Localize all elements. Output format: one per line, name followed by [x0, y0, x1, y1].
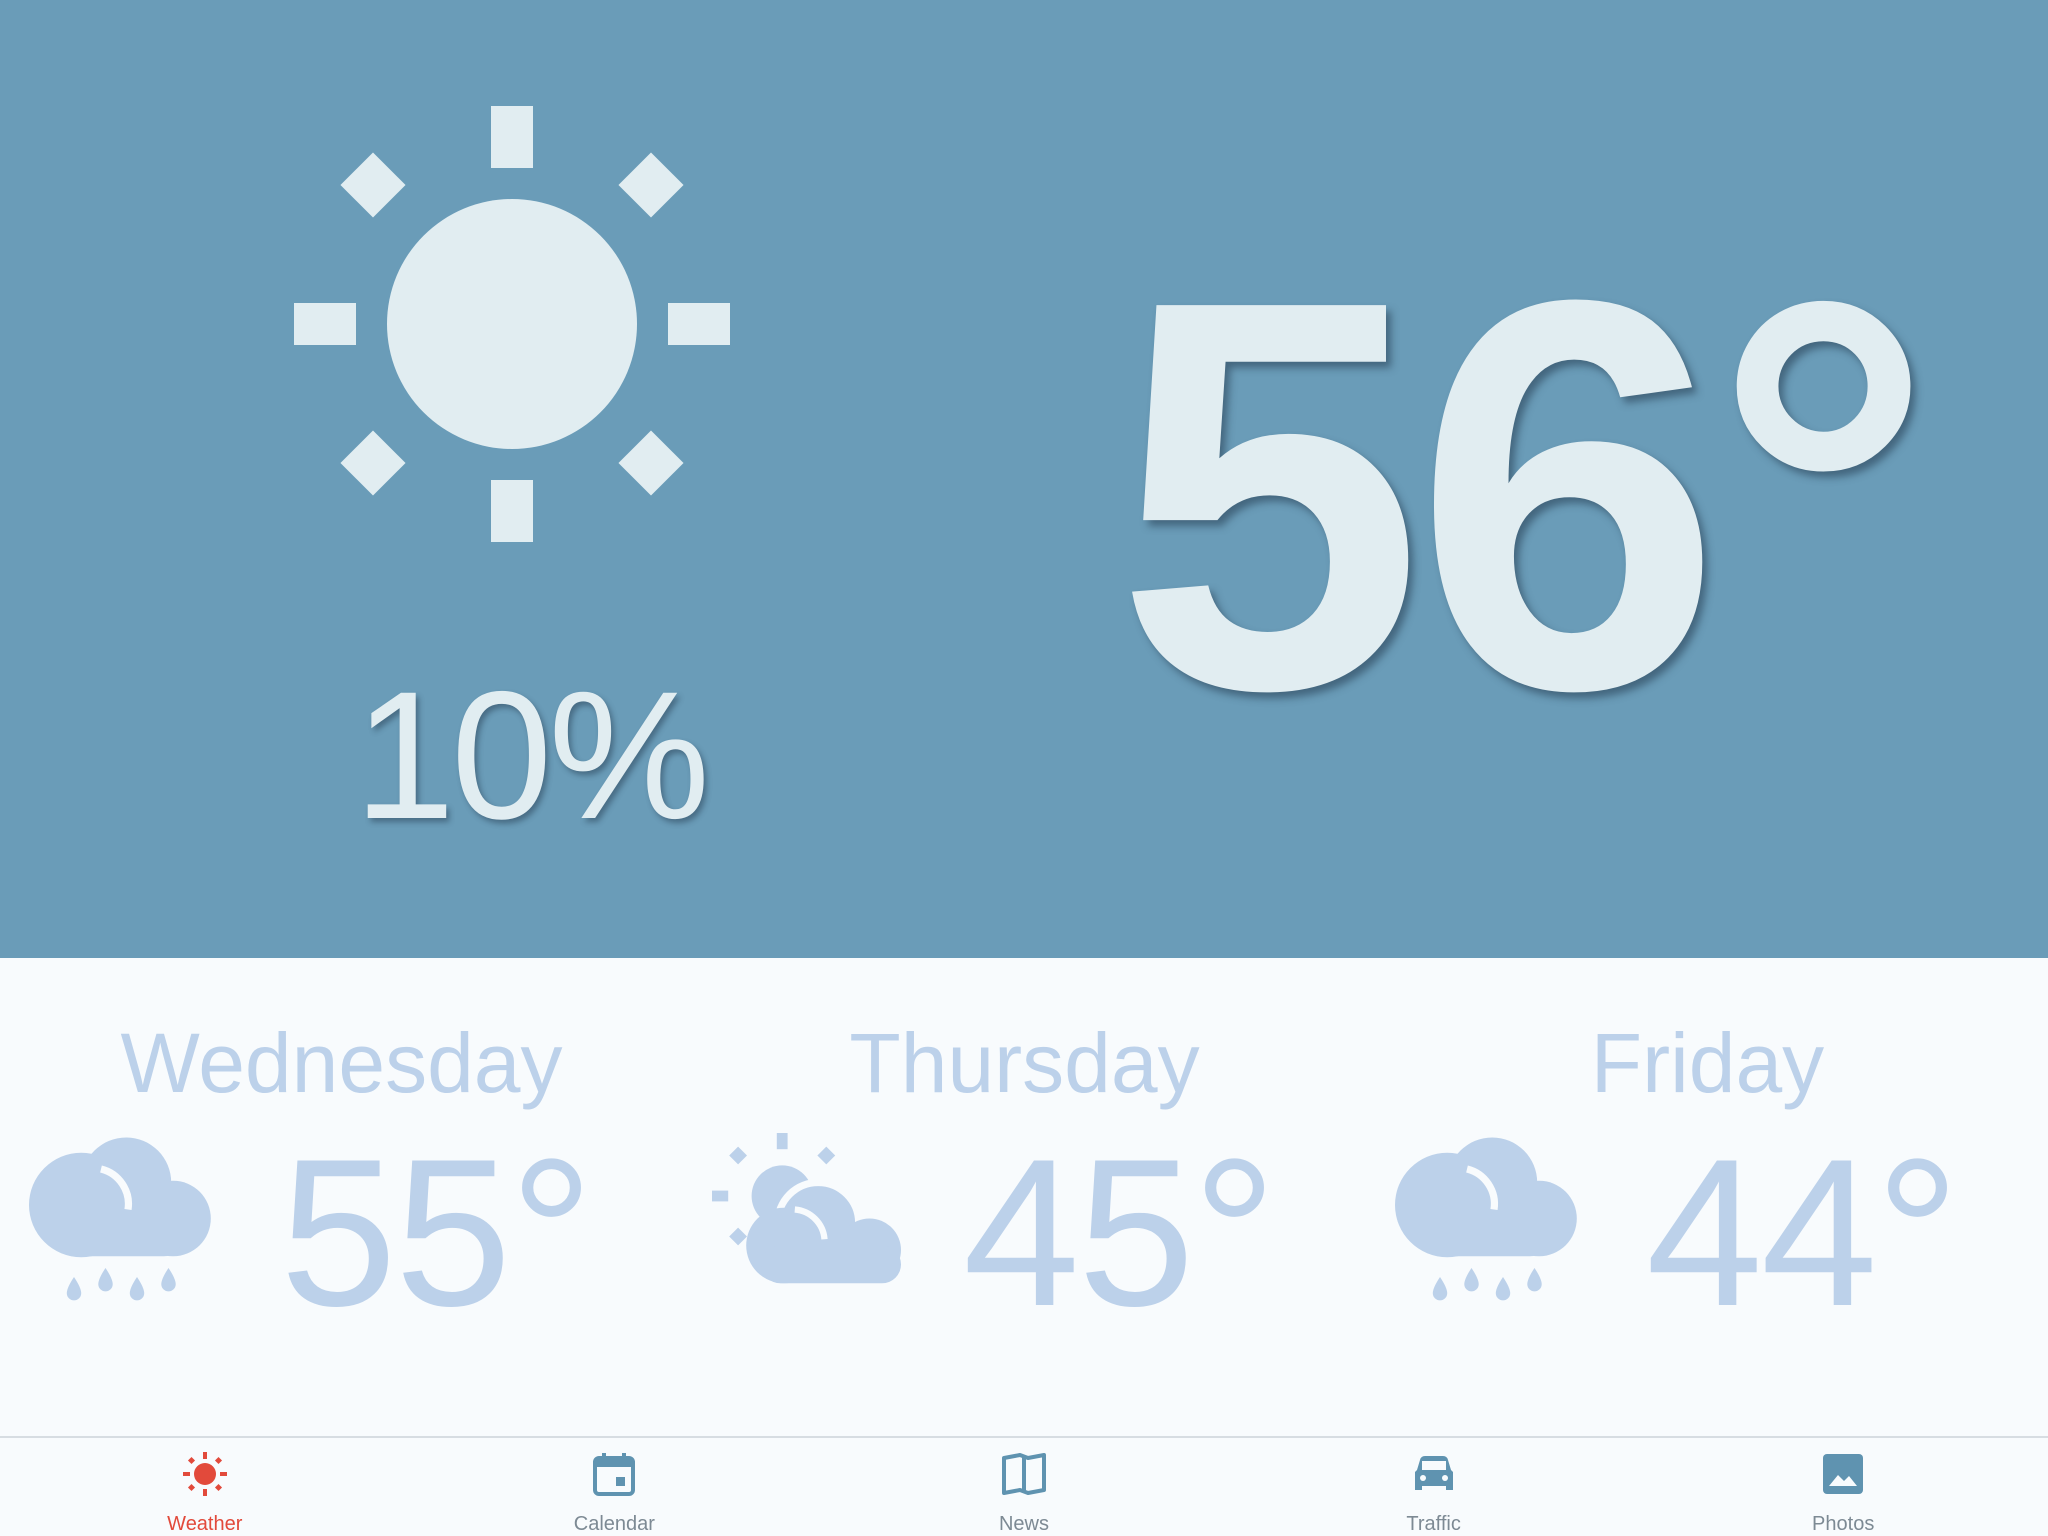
- tab-photos[interactable]: Photos: [1638, 1438, 2048, 1536]
- current-temperature: 56°: [1115, 185, 1934, 805]
- car-icon: [1414, 1456, 1453, 1490]
- tab-traffic[interactable]: Traffic: [1229, 1438, 1639, 1536]
- forecast-temperature: 44°: [1646, 1115, 1960, 1350]
- current-conditions: 10% 56°: [0, 0, 2048, 958]
- forecast-day-name: Wednesday: [120, 1016, 563, 1110]
- tab-label: Traffic: [1406, 1513, 1461, 1535]
- forecast-day: Thursday 45°: [683, 958, 1366, 1436]
- tab-bar: Weather Calendar News Traffic Photos: [0, 1436, 2048, 1536]
- forecast-day: Friday 44°: [1366, 958, 2048, 1436]
- forecast-day-name: Friday: [1590, 1016, 1825, 1110]
- tab-label: Weather: [167, 1513, 243, 1535]
- rain-icon: [29, 1137, 211, 1301]
- forecast-day-name: Thursday: [849, 1016, 1200, 1110]
- tab-news[interactable]: News: [819, 1438, 1229, 1536]
- rain-icon: [1395, 1137, 1577, 1301]
- weather-app: 10% 56° Wednesday 55° Thursday 45° Frida…: [0, 0, 2048, 1536]
- forecast-temperature: 45°: [963, 1115, 1277, 1350]
- sun-icon: [182, 1452, 227, 1496]
- calendar-icon: [593, 1453, 636, 1496]
- sun-icon: [294, 106, 730, 542]
- tab-label: News: [998, 1513, 1049, 1535]
- precipitation-chance: 10%: [353, 653, 710, 857]
- photo-icon: [1823, 1454, 1864, 1494]
- tab-calendar[interactable]: Calendar: [410, 1438, 820, 1536]
- tab-label: Calendar: [573, 1513, 655, 1535]
- forecast-day: Wednesday 55°: [0, 958, 683, 1436]
- forecast: Wednesday 55° Thursday 45° Friday 44°: [0, 958, 2048, 1436]
- partly-cloudy-icon: [712, 1133, 901, 1284]
- book-icon: [1001, 1453, 1046, 1495]
- forecast-temperature: 55°: [280, 1115, 594, 1350]
- tab-weather[interactable]: Weather: [0, 1438, 410, 1536]
- tab-label: Photos: [1812, 1513, 1875, 1535]
